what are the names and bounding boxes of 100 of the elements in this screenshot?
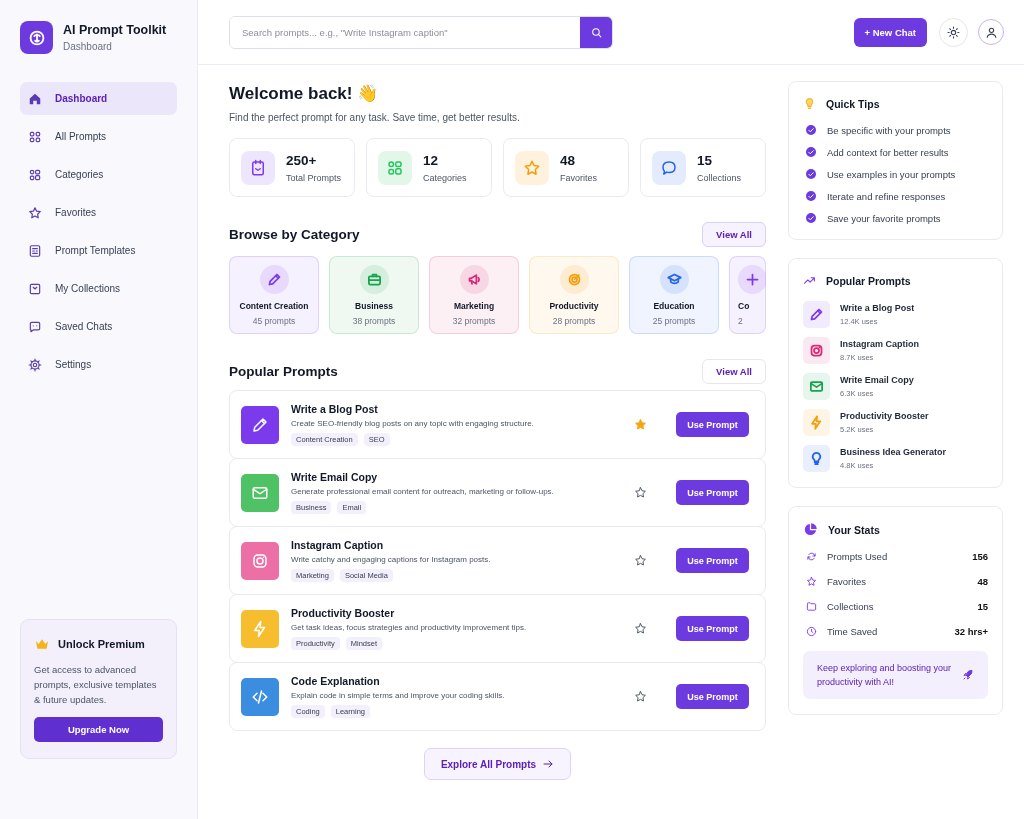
search-button[interactable] [580, 16, 612, 48]
nav-item[interactable]: Favorites [20, 196, 177, 229]
search-icon [589, 25, 603, 39]
card-title: Your Stats [828, 523, 880, 536]
prompt-description: Get task ideas, focus strategies and productivity improvement tips. [291, 623, 528, 632]
document-icon [28, 243, 42, 258]
note-text: Keep exploring and boosting your productivity with AI! [817, 662, 953, 689]
use-prompt-button[interactable]: Use Prompt [676, 548, 749, 573]
camera-icon [251, 551, 269, 570]
check-circle-icon [805, 168, 817, 180]
stat-value: 12 [423, 152, 440, 168]
explore-all-button[interactable]: Explore All Prompts [423, 748, 572, 780]
prompt-title: Code Explanation [291, 675, 381, 687]
user-icon [984, 25, 998, 39]
upgrade-button[interactable]: Upgrade Now [34, 717, 163, 742]
app-title: AI Prompt Toolkit [63, 23, 167, 37]
stat-value: 156 [972, 551, 988, 562]
category-card[interactable]: Content Creation 45 prompts [229, 256, 319, 334]
prompt-link[interactable]: Write a Blog Post [840, 303, 915, 313]
sun-icon [947, 25, 960, 39]
stat-value: 32 hrs+ [954, 626, 988, 637]
use-prompt-button[interactable]: Use Prompt [676, 412, 749, 437]
search-field[interactable]: Search prompts... e.g., "Write Instagram caption" [229, 15, 613, 49]
card-title: Quick Tips [826, 97, 880, 110]
stat-value: 15 [977, 601, 988, 612]
view-all-button[interactable]: View All [702, 359, 766, 384]
nav-item[interactable]: Settings [20, 348, 177, 381]
nav-item[interactable]: Prompt Templates [20, 234, 177, 267]
category-count: 32 prompts [452, 316, 496, 326]
prompt-title: Productivity Booster [291, 607, 396, 619]
category-name: Co [738, 301, 750, 311]
rocket-icon [962, 669, 974, 681]
prompt-description: Write catchy and engaging captions for Instagram posts. [291, 555, 492, 564]
pencil-icon [251, 415, 269, 434]
prompt-link[interactable]: Productivity Booster [840, 411, 929, 421]
stat-label: Collections [697, 172, 742, 183]
category-name: Business [355, 301, 393, 311]
check-circle-icon [805, 146, 817, 158]
category-count: 25 prompts [652, 316, 696, 326]
check-circle-icon [805, 124, 817, 136]
view-all-button[interactable]: View All [702, 222, 766, 247]
tip-text: Use examples in your prompts [827, 168, 956, 180]
prompt-description: Generate professional email content for outreach, marketing or follow-ups. [291, 487, 555, 496]
stat-label: Collections [827, 601, 875, 612]
category-name: Education [653, 301, 695, 311]
nav-item[interactable]: Dashboard [20, 82, 177, 115]
stat-value: 48 [977, 576, 988, 587]
check-circle-icon [805, 190, 817, 202]
collection-icon [28, 281, 42, 296]
tip-text: Save your favorite prompts [827, 212, 941, 224]
stat-label: Total Prompts [286, 172, 342, 183]
prompt-description: Explain code in simple terms and improve your coding skills. [291, 691, 506, 700]
category-card[interactable]: Business 38 prompts [329, 256, 419, 334]
chat-icon [28, 319, 42, 334]
stat-label: Favorites [560, 172, 597, 183]
stat-label: Prompts Used [827, 551, 889, 562]
check-circle-icon [805, 212, 817, 224]
category-card[interactable]: Education 25 prompts [629, 256, 719, 334]
tip-text: Be specific with your prompts [827, 124, 951, 136]
stat-label: Favorites [827, 576, 868, 587]
nav-item[interactable]: Categories [20, 158, 177, 191]
category-count: 2 [738, 316, 743, 326]
welcome-subtitle: Find the perfect prompt for any task. Save time, get better results. [229, 112, 521, 123]
nav-item[interactable]: Saved Chats [20, 310, 177, 343]
section-title: Browse by Category [229, 227, 360, 242]
category-card[interactable]: Co 2 [729, 256, 766, 334]
clock-icon [806, 626, 817, 637]
category-card[interactable]: Productivity 28 prompts [529, 256, 619, 334]
profile-button[interactable] [978, 19, 1004, 45]
prompt-link[interactable]: Business Idea Generator [840, 447, 947, 457]
prompt-title: Instagram Caption [291, 539, 385, 551]
card-title: Popular Prompts [826, 274, 911, 287]
category-count: 38 prompts [352, 316, 396, 326]
theme-toggle-button[interactable] [939, 17, 968, 47]
use-prompt-button[interactable]: Use Prompt [676, 480, 749, 505]
star-icon [806, 576, 817, 587]
tip-text: Iterate and refine responses [827, 190, 946, 202]
arrow-right-icon [542, 758, 555, 770]
app-subtitle: Dashboard [63, 41, 113, 52]
settings-icon [28, 357, 42, 372]
prompt-title: Write Email Copy [291, 471, 379, 483]
prompt-link[interactable]: Instagram Caption [840, 339, 919, 349]
stat-label: Categories [423, 172, 467, 183]
nav-item[interactable]: All Prompts [20, 120, 177, 153]
use-prompt-button[interactable]: Use Prompt [676, 684, 749, 709]
new-chat-button[interactable]: + New Chat [853, 17, 927, 47]
category-card[interactable]: Marketing 32 prompts [429, 256, 519, 334]
category-name: Content Creation [239, 301, 309, 311]
prompt-link[interactable]: Write Email Copy [840, 375, 914, 385]
category-count: 45 prompts [252, 316, 296, 326]
folder-icon [806, 601, 817, 612]
nav-item[interactable]: My Collections [20, 272, 177, 305]
stat-value: 48 [560, 152, 577, 168]
prompt-description: Create SEO-friendly blog posts on any topic with engaging structure. [291, 419, 535, 428]
stat-value: 250+ [286, 152, 318, 168]
category-name: Productivity [549, 301, 599, 311]
welcome-heading: Welcome back! 👋 [229, 83, 380, 104]
use-prompt-button[interactable]: Use Prompt [676, 616, 749, 641]
code-icon [251, 687, 269, 706]
star-icon [28, 205, 42, 220]
